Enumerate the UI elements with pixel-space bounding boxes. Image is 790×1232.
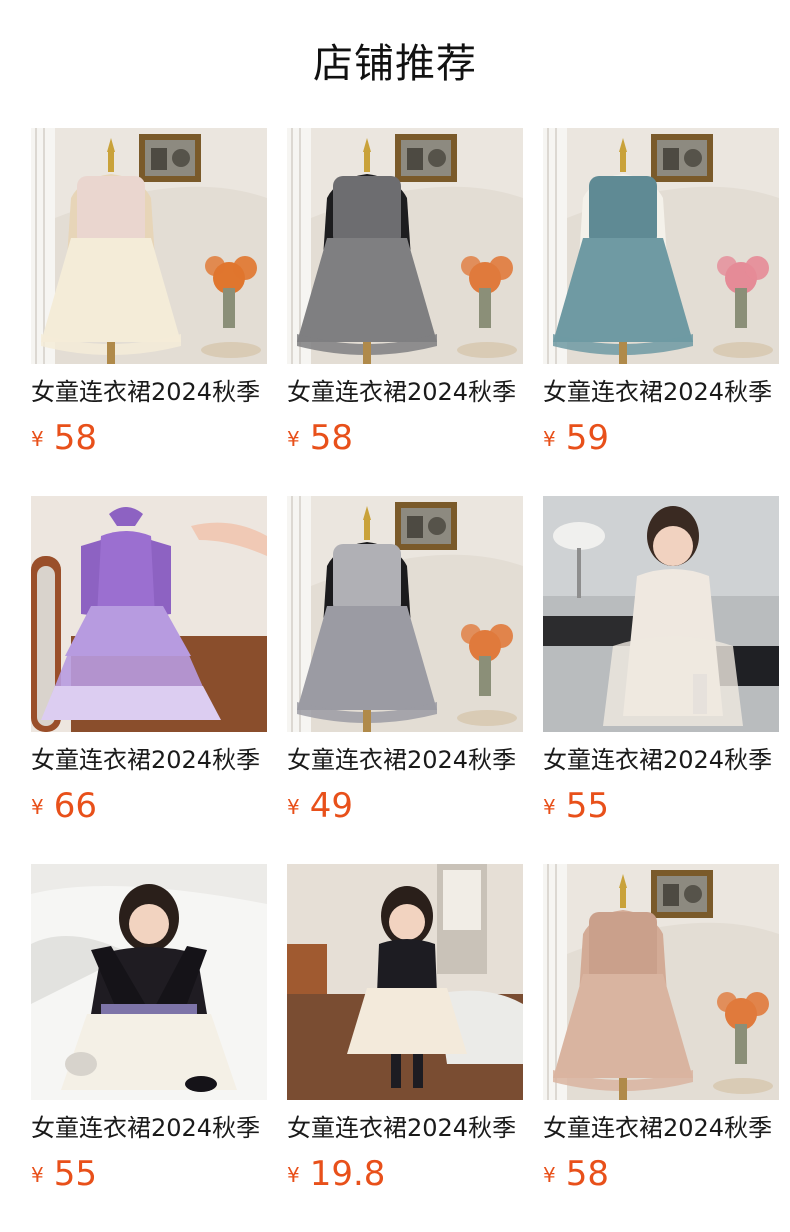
product-name[interactable]: 女童连衣裙2024秋季	[287, 1110, 527, 1146]
product-price: ¥58	[543, 1152, 609, 1196]
product-image[interactable]	[543, 864, 779, 1100]
product-image[interactable]	[287, 864, 523, 1100]
product-image[interactable]	[31, 496, 267, 732]
product-card[interactable]: 女童连衣裙2024秋季 ¥58	[287, 128, 523, 468]
product-price: ¥66	[31, 784, 97, 828]
product-name[interactable]: 女童连衣裙2024秋季	[543, 1110, 783, 1146]
price-amount: 58	[565, 1154, 609, 1194]
product-image[interactable]	[543, 496, 779, 732]
product-name[interactable]: 女童连衣裙2024秋季	[543, 374, 783, 410]
product-image[interactable]	[31, 864, 267, 1100]
product-card[interactable]: 女童连衣裙2024秋季 ¥58	[31, 128, 267, 468]
price-amount: 59	[565, 418, 609, 458]
product-name[interactable]: 女童连衣裙2024秋季	[31, 374, 271, 410]
product-card[interactable]: 女童连衣裙2024秋季 ¥49	[287, 496, 523, 836]
price-amount: 55	[565, 786, 609, 826]
product-image[interactable]	[287, 496, 523, 732]
product-image[interactable]	[543, 128, 779, 364]
product-card[interactable]: 女童连衣裙2024秋季 ¥19.8	[287, 864, 523, 1204]
page-title: 店铺推荐	[313, 41, 477, 87]
product-name[interactable]: 女童连衣裙2024秋季	[287, 742, 527, 778]
product-name[interactable]: 女童连衣裙2024秋季	[287, 374, 527, 410]
currency-symbol: ¥	[543, 1163, 556, 1187]
product-card[interactable]: 女童连衣裙2024秋季 ¥55	[31, 864, 267, 1204]
product-price: ¥49	[287, 784, 353, 828]
price-amount: 66	[53, 786, 97, 826]
currency-symbol: ¥	[287, 427, 300, 451]
currency-symbol: ¥	[31, 427, 44, 451]
product-name[interactable]: 女童连衣裙2024秋季	[31, 742, 271, 778]
header: 店铺推荐	[0, 0, 790, 128]
currency-symbol: ¥	[287, 1163, 300, 1187]
product-image[interactable]	[31, 128, 267, 364]
product-price: ¥55	[31, 1152, 97, 1196]
price-amount: 49	[309, 786, 353, 826]
price-amount: 58	[53, 418, 97, 458]
currency-symbol: ¥	[31, 1163, 44, 1187]
currency-symbol: ¥	[543, 795, 556, 819]
currency-symbol: ¥	[31, 795, 44, 819]
product-card[interactable]: 女童连衣裙2024秋季 ¥58	[543, 864, 779, 1204]
product-card[interactable]: 女童连衣裙2024秋季 ¥59	[543, 128, 779, 468]
product-price: ¥58	[31, 416, 97, 460]
product-price: ¥58	[287, 416, 353, 460]
price-amount: 19.8	[309, 1154, 386, 1194]
price-amount: 58	[309, 418, 353, 458]
product-name[interactable]: 女童连衣裙2024秋季	[31, 1110, 271, 1146]
product-name[interactable]: 女童连衣裙2024秋季	[543, 742, 783, 778]
currency-symbol: ¥	[543, 427, 556, 451]
product-card[interactable]: 女童连衣裙2024秋季 ¥66	[31, 496, 267, 836]
product-price: ¥19.8	[287, 1152, 385, 1196]
price-amount: 55	[53, 1154, 97, 1194]
product-card[interactable]: 女童连衣裙2024秋季 ¥55	[543, 496, 779, 836]
product-price: ¥55	[543, 784, 609, 828]
currency-symbol: ¥	[287, 795, 300, 819]
product-price: ¥59	[543, 416, 609, 460]
product-image[interactable]	[287, 128, 523, 364]
